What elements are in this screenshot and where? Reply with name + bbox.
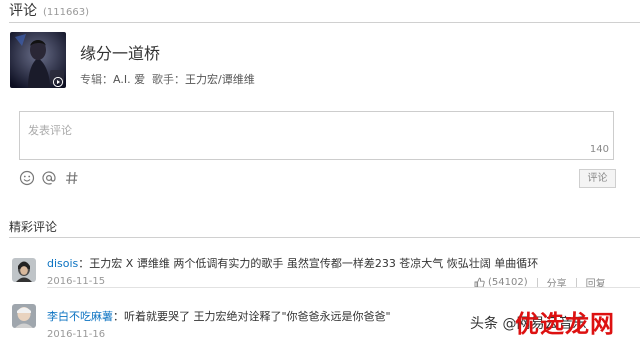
album-cover[interactable]: [10, 32, 66, 88]
play-icon[interactable]: [52, 72, 64, 88]
comment-body: ：王力宏 X 谭维维 两个低调有实力的歌手 虽然宣传都一样差233 苍凉大气 恢…: [78, 257, 539, 270]
album-meta: 专辑：A.I. 爱: [80, 71, 145, 87]
comment-text: 李白不吃麻薯：听着就要哭了 王力宏绝对诠释了"你爸爸永远是你爸爸": [47, 308, 391, 324]
comment-body: ：听着就要哭了 王力宏绝对诠释了"你爸爸永远是你爸爸": [113, 310, 391, 323]
avatar[interactable]: [12, 304, 36, 328]
comment-placeholder: 发表评论: [28, 124, 72, 137]
comment-user-link[interactable]: disois: [47, 257, 78, 270]
comments-count: (111663): [43, 7, 89, 18]
singer-label: 歌手：: [152, 73, 185, 86]
singer-meta: 歌手：王力宏/谭维维: [152, 71, 255, 87]
watermark-source: 头条: [470, 316, 498, 332]
comment-input[interactable]: 发表评论 140: [19, 111, 614, 160]
featured-comments-title: 精彩评论: [9, 220, 58, 234]
song-title[interactable]: 缘分一道桥: [80, 40, 160, 64]
comment-divider: [47, 287, 640, 288]
comments-title: 评论: [9, 3, 37, 19]
header-divider: [9, 22, 640, 23]
submit-comment-button[interactable]: 评论: [579, 169, 616, 188]
comment-date: 2016-11-15: [47, 276, 106, 287]
section-divider: [9, 237, 640, 238]
comments-header: 评论 (111663): [9, 0, 89, 22]
char-limit: 140: [589, 144, 609, 155]
watermark-logo: 优选龙网: [515, 310, 615, 338]
action-separator: [536, 277, 538, 288]
action-separator: [575, 277, 577, 288]
avatar[interactable]: [12, 258, 36, 282]
singer-link[interactable]: 王力宏/谭维维: [185, 73, 255, 86]
comment-text: disois：王力宏 X 谭维维 两个低调有实力的歌手 虽然宣传都一样差233 …: [47, 255, 538, 271]
album-link[interactable]: A.I. 爱: [113, 73, 145, 86]
comment-date: 2016-11-16: [47, 329, 106, 340]
comment-user-link[interactable]: 李白不吃麻薯: [47, 310, 113, 323]
album-label: 专辑：: [80, 73, 113, 86]
emoji-icon[interactable]: [19, 170, 35, 186]
mention-icon[interactable]: [41, 170, 57, 186]
hashtag-icon[interactable]: [64, 170, 80, 186]
